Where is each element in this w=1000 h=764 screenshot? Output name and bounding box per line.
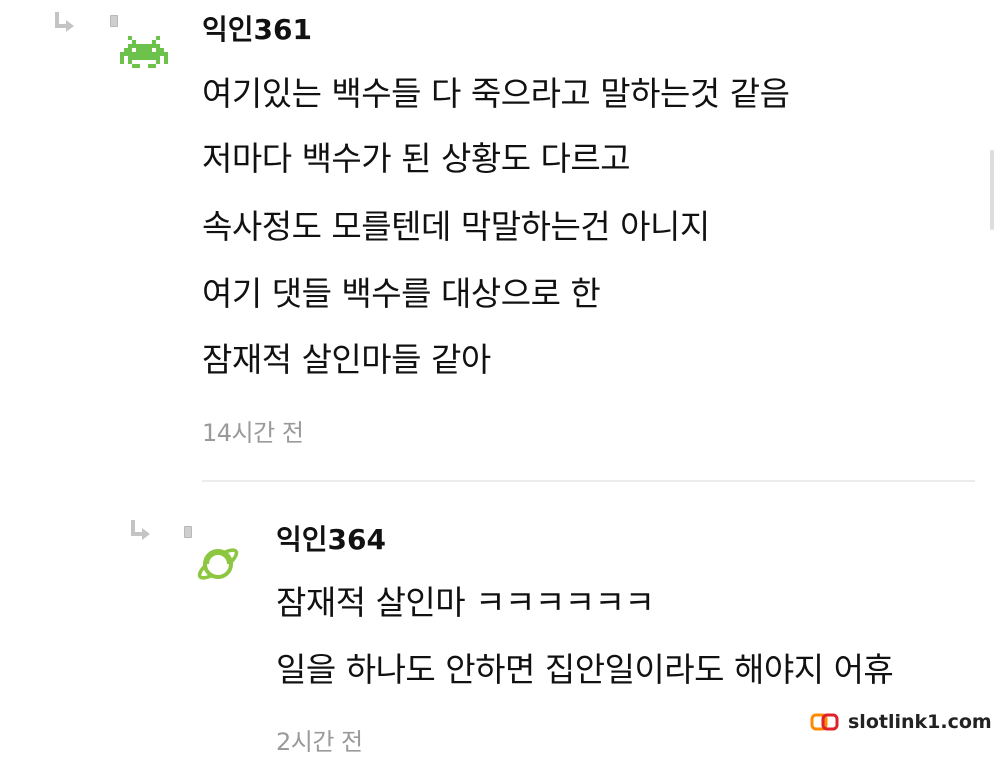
comment-text-line: 잠재적 살인마 ㅋㅋㅋㅋㅋㅋ <box>276 583 655 622</box>
level-badge-icon <box>184 526 192 538</box>
comment-text-line: 여기 댓들 백수를 대상으로 한 <box>202 274 601 313</box>
comment-text-line: 잠재적 살인마들 같아 <box>202 340 491 379</box>
slotlink-logo-icon <box>810 712 840 732</box>
level-badge-icon <box>110 15 118 27</box>
comment-timestamp: 2시간 전 <box>276 728 363 756</box>
comment-text-line: 여기있는 백수들 다 죽으라고 말하는것 같음 <box>202 74 790 113</box>
scroll-edge-indicator <box>990 150 994 230</box>
comment-divider <box>202 480 975 482</box>
planet-icon <box>194 540 242 588</box>
comment-text-line: 일을 하나도 안하면 집안일이라도 해야지 어휴 <box>276 650 894 689</box>
watermark: slotlink1.com <box>810 711 992 733</box>
comment-text-line: 저마다 백수가 된 상황도 다르고 <box>202 139 631 178</box>
comment-nickname[interactable]: 익인364 <box>276 523 386 557</box>
comment-text-line: 속사정도 모를텐데 막말하는건 아니지 <box>202 207 710 246</box>
comment-timestamp: 14시간 전 <box>202 419 304 447</box>
watermark-text: slotlink1.com <box>848 711 992 733</box>
reply-arrow-icon <box>128 518 156 546</box>
comment-nickname[interactable]: 익인361 <box>202 13 312 47</box>
reply-arrow-icon <box>52 10 80 38</box>
pixel-invader-icon <box>120 32 168 80</box>
